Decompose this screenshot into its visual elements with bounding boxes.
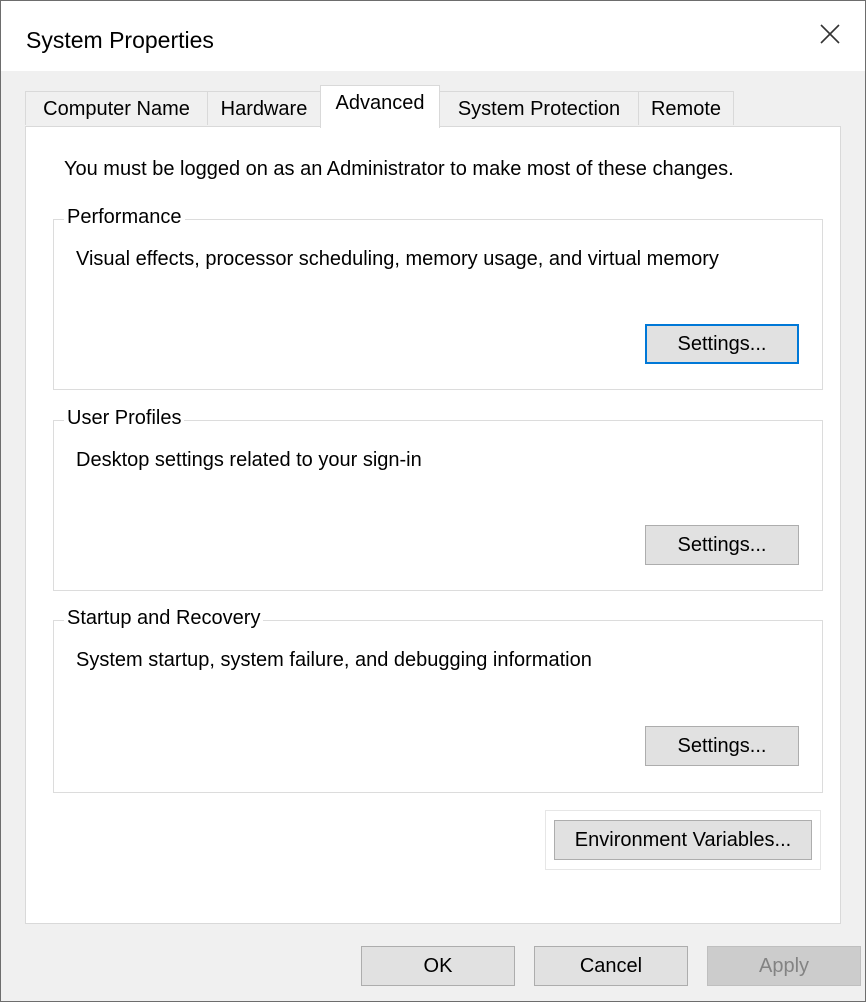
tab-remote[interactable]: Remote bbox=[638, 91, 734, 125]
cancel-button[interactable]: Cancel bbox=[534, 946, 688, 986]
user-profiles-settings-button[interactable]: Settings... bbox=[645, 525, 799, 565]
startup-recovery-description: System startup, system failure, and debu… bbox=[76, 649, 592, 671]
user-profiles-description: Desktop settings related to your sign-in bbox=[76, 449, 422, 471]
tab-label: Advanced bbox=[335, 92, 425, 114]
environment-variables-button[interactable]: Environment Variables... bbox=[554, 820, 812, 860]
startup-recovery-group: Startup and Recovery System startup, sys… bbox=[53, 607, 823, 793]
performance-description: Visual effects, processor scheduling, me… bbox=[76, 248, 719, 270]
startup-recovery-settings-button[interactable]: Settings... bbox=[645, 726, 799, 766]
tab-label: Remote bbox=[650, 98, 722, 120]
user-profiles-label: User Profiles bbox=[64, 407, 185, 430]
tab-hardware[interactable]: Hardware bbox=[207, 91, 321, 125]
title-bar[interactable]: System Properties bbox=[1, 1, 865, 71]
apply-button[interactable]: Apply bbox=[707, 946, 861, 986]
admin-note: You must be logged on as an Administrato… bbox=[64, 158, 734, 180]
performance-settings-button[interactable]: Settings... bbox=[645, 324, 799, 364]
window-title: System Properties bbox=[26, 27, 214, 53]
tab-label: System Protection bbox=[457, 98, 621, 120]
close-button[interactable] bbox=[795, 1, 865, 71]
user-profiles-group: User Profiles Desktop settings related t… bbox=[53, 407, 823, 591]
startup-recovery-label: Startup and Recovery bbox=[64, 607, 264, 630]
performance-label: Performance bbox=[64, 206, 185, 229]
close-icon bbox=[820, 23, 840, 49]
tab-label: Hardware bbox=[220, 98, 308, 120]
tab-computer-name[interactable]: Computer Name bbox=[25, 91, 208, 125]
tab-label: Computer Name bbox=[43, 98, 190, 120]
advanced-tab-panel: You must be logged on as an Administrato… bbox=[25, 126, 841, 924]
environment-variables-highlight: Environment Variables... bbox=[545, 810, 821, 870]
ok-button[interactable]: OK bbox=[361, 946, 515, 986]
performance-group: Performance Visual effects, processor sc… bbox=[53, 206, 823, 390]
tab-advanced[interactable]: Advanced bbox=[320, 85, 440, 128]
tab-system-protection[interactable]: System Protection bbox=[439, 91, 639, 125]
system-properties-window: System Properties Computer Name Hardware… bbox=[0, 0, 866, 1002]
